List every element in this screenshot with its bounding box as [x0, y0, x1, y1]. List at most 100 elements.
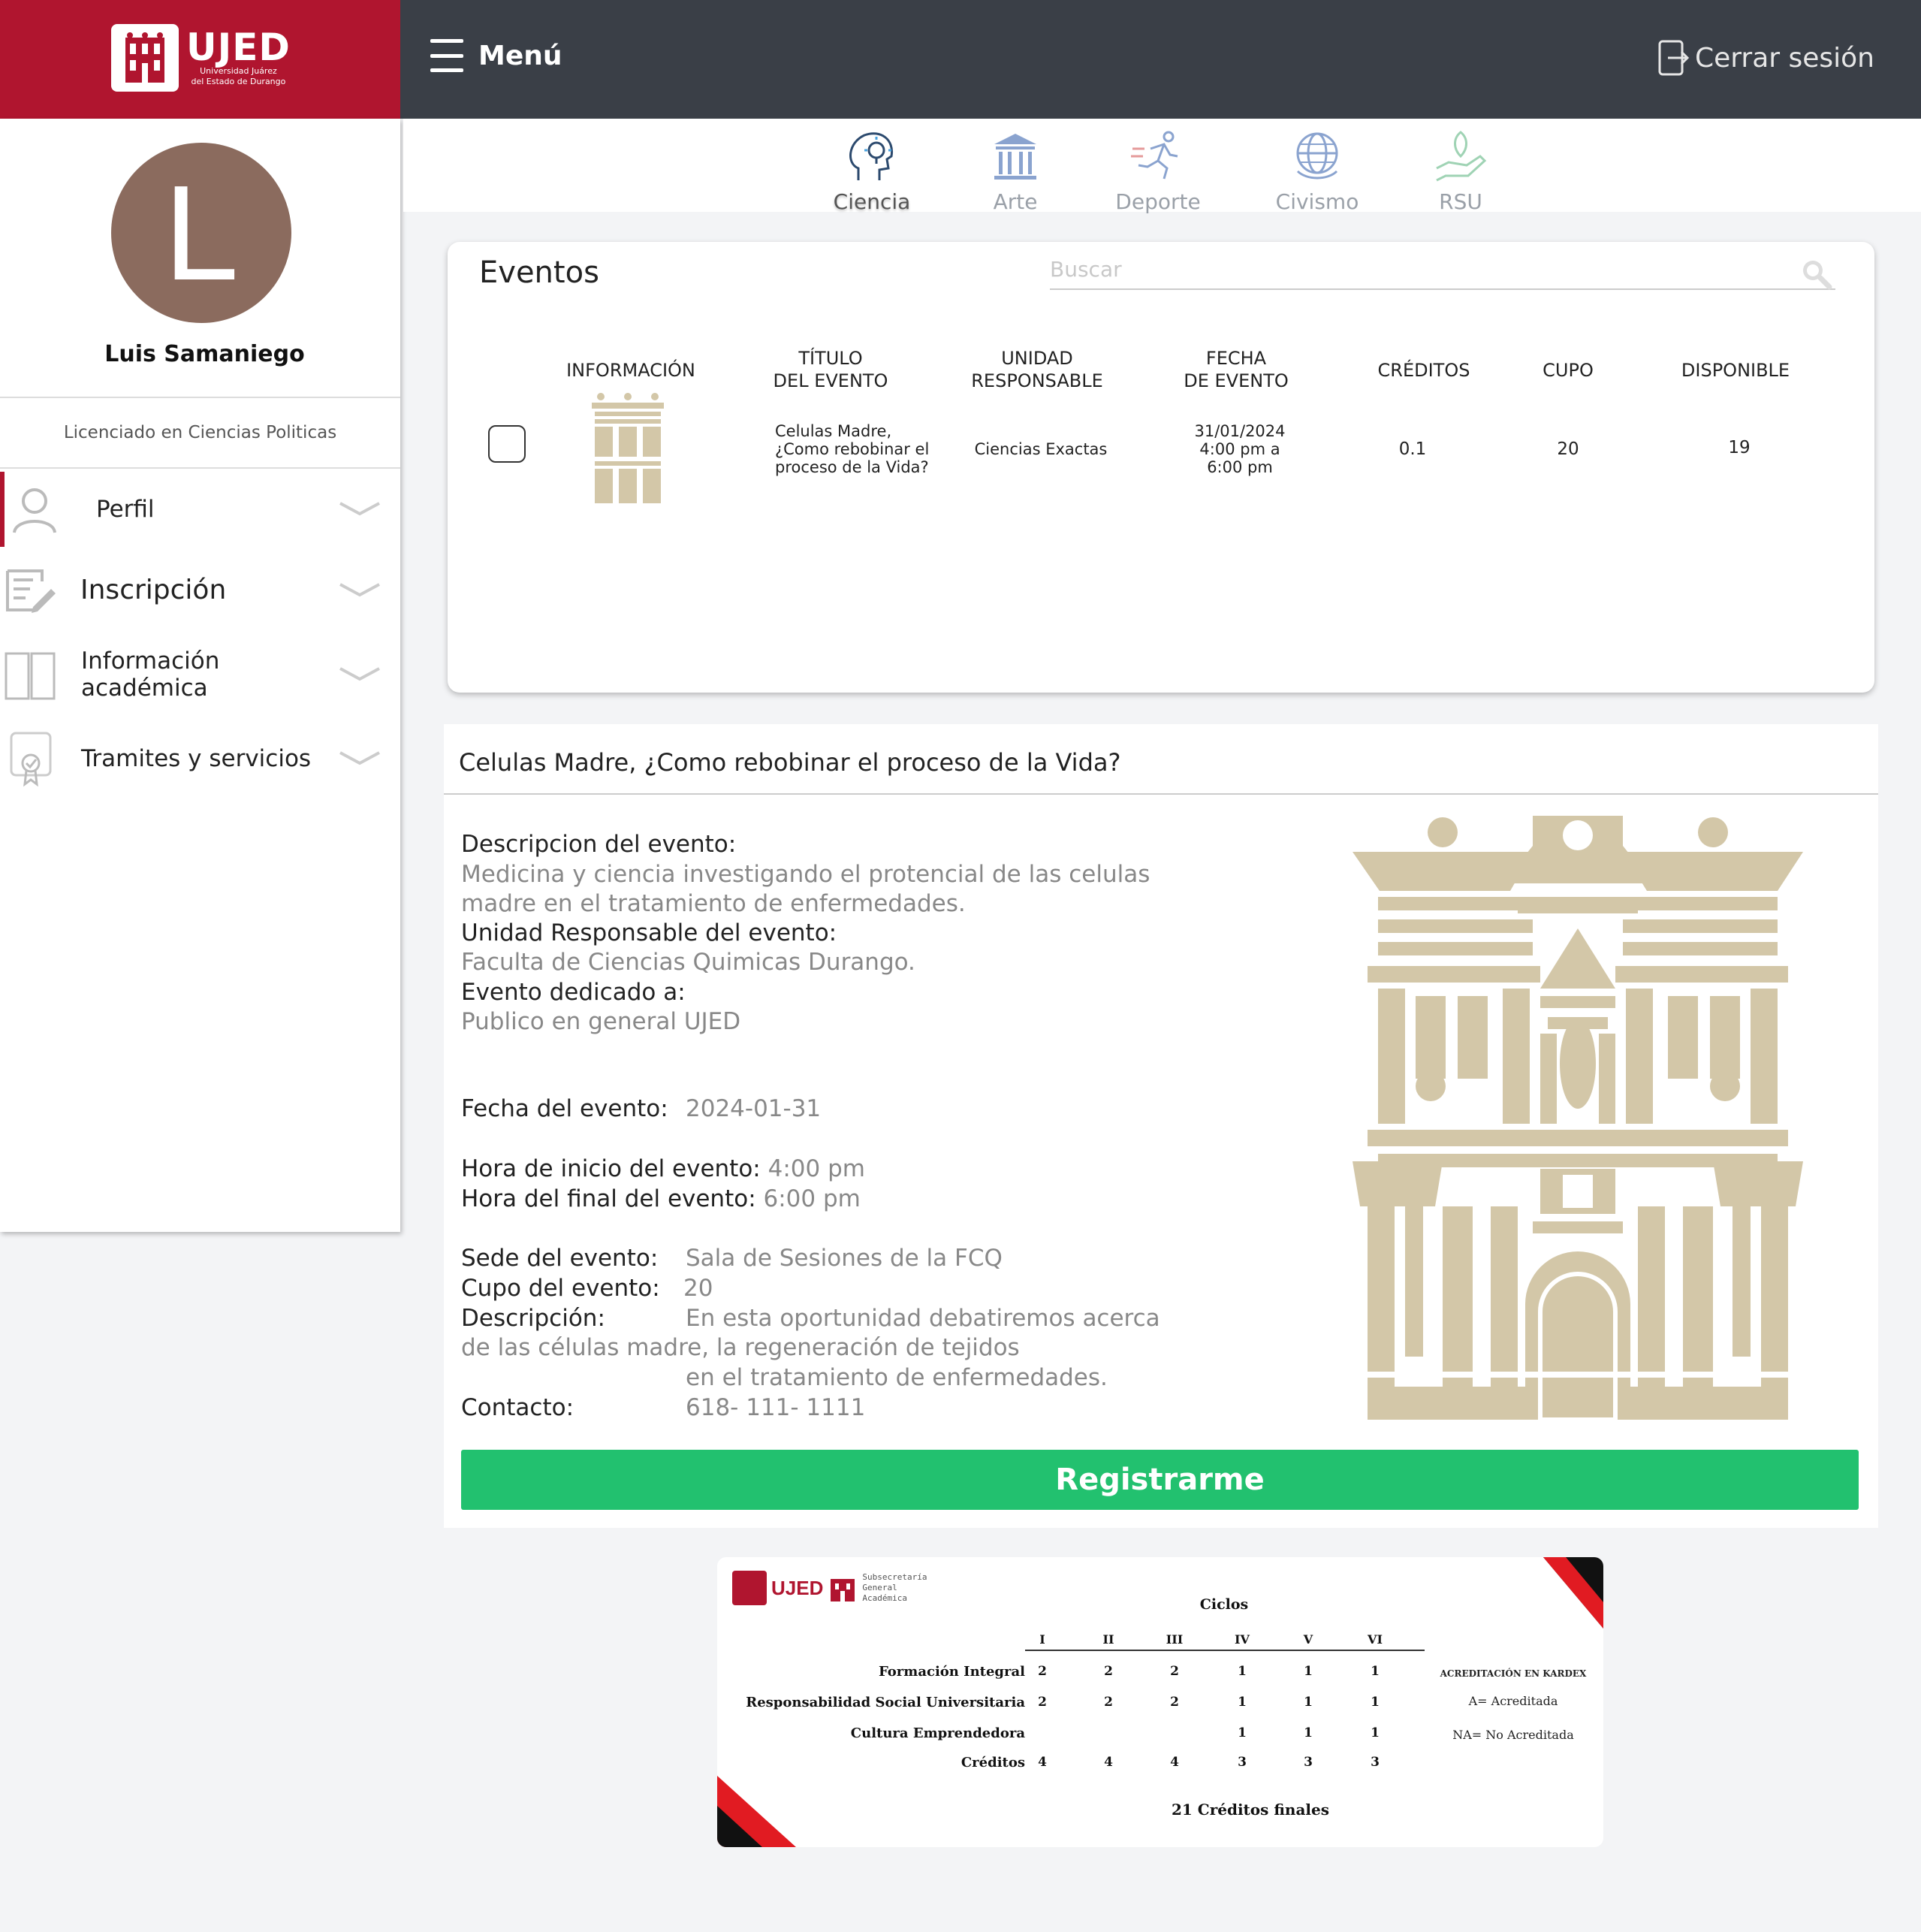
divider [0, 467, 400, 469]
credit-cell: 2 [1038, 1664, 1047, 1679]
legend-accredited: A= Acreditada [1468, 1694, 1558, 1708]
menu-button[interactable]: Menú [430, 39, 562, 72]
book-icon [0, 648, 60, 702]
col-header-unit: UNIDAD RESPONSABLE [958, 347, 1116, 392]
events-card: Eventos INFORMACIÓN TÍTULO DEL EVENTO UN… [448, 242, 1874, 693]
desc-value-2: madre en el tratamiento de enfermedades. [461, 890, 966, 917]
sidebar-item-label: Perfil [96, 496, 155, 523]
logout-icon [1658, 40, 1690, 76]
ujed-logo[interactable]: UJED Universidad Juárez del Estado de Du… [111, 24, 291, 92]
tab-label: Deporte [1115, 189, 1201, 214]
tab-label: Civismo [1275, 189, 1359, 214]
brand-header: UJED Universidad Juárez del Estado de Du… [0, 0, 400, 119]
event-date-line-2: 4:00 pm a [1199, 440, 1280, 458]
start-time-value: 4:00 pm [767, 1155, 865, 1182]
cycle-header: II [1102, 1632, 1114, 1647]
start-time-row: Hora de inicio del evento: 4:00 pm [461, 1154, 865, 1184]
col-header-unit-2: RESPONSABLE [971, 370, 1103, 391]
tab-label: Ciencia [833, 189, 911, 214]
cycles-title: Ciclos [1199, 1596, 1249, 1613]
top-bar: Menú Cerrar sesión [400, 0, 1921, 119]
col-header-available: DISPONIBLE [1681, 360, 1790, 381]
event-title-line-1: Celulas Madre, [775, 422, 892, 440]
register-button[interactable]: Registrarme [461, 1450, 1859, 1510]
event-select-checkbox[interactable] [488, 425, 526, 463]
col-header-title-2: DEL EVENTO [773, 370, 888, 391]
tab-arte[interactable]: Arte [959, 126, 1072, 214]
sidebar-item-inscripcion[interactable]: Inscripción [0, 553, 400, 628]
contact-value: 618- 111- 1111 [686, 1394, 866, 1421]
chevron-down-icon [339, 502, 380, 516]
credit-row-label: Créditos [960, 1755, 1025, 1770]
certificate-icon [0, 730, 60, 787]
credits-sub-3: Académica [862, 1593, 907, 1603]
cycle-header: VI [1368, 1632, 1383, 1647]
credits-card: UJED Subsecretaría General Académica Cic… [717, 1557, 1603, 1847]
sidebar-item-perfil[interactable]: Perfil [0, 472, 400, 547]
audience-label: Evento dedicado a: [461, 979, 686, 1006]
tab-deporte[interactable]: Deporte [1102, 126, 1214, 214]
col-header-quota: CUPO [1543, 360, 1594, 381]
start-time-label: Hora de inicio del evento: [461, 1155, 761, 1182]
menu-label: Menú [478, 40, 562, 71]
corner-stripe-top [1543, 1557, 1603, 1629]
tab-rsu[interactable]: RSU [1404, 126, 1517, 214]
credit-cell: 1 [1238, 1664, 1247, 1679]
event-credits-cell: 0.1 [1398, 439, 1427, 459]
col-header-info: INFORMACIÓN [566, 360, 695, 381]
credit-cell: 1 [1371, 1725, 1380, 1740]
events-title: Eventos [479, 255, 599, 290]
university-building-icon[interactable] [590, 392, 665, 505]
logout-button[interactable]: Cerrar sesión [1657, 39, 1874, 77]
museum-icon [994, 134, 1036, 180]
brand-name: UJED [186, 26, 291, 69]
divider [0, 397, 400, 398]
event-unit-cell: Ciencias Exactas [974, 440, 1108, 458]
legend-not-accredited: NA= No Acreditada [1452, 1728, 1574, 1742]
event-title-cell[interactable]: Celulas Madre, ¿Como rebobinar el proces… [775, 422, 929, 476]
quota-value: 20 [683, 1275, 713, 1302]
avatar[interactable]: L [111, 143, 291, 323]
credit-row-label: Responsabilidad Social Universitaria [746, 1695, 1025, 1710]
chevron-down-icon [339, 667, 380, 681]
ujed-building-icon [111, 24, 179, 92]
description-value-2: de las células madre, la regeneración de… [461, 1334, 1020, 1361]
credit-cell: 3 [1238, 1755, 1247, 1770]
date-label: Fecha del evento: [461, 1095, 668, 1122]
logout-label: Cerrar sesión [1694, 42, 1874, 74]
chevron-down-icon [339, 751, 380, 765]
event-available-cell: 19 [1728, 438, 1751, 457]
credit-cell: 2 [1104, 1664, 1113, 1679]
search-icon[interactable] [1799, 257, 1832, 290]
user-degree: Licenciado en Ciencias Politicas [63, 423, 337, 442]
tab-ciencia[interactable]: Ciencia [816, 126, 928, 214]
desc-value-1: Medicina y ciencia investigando el prote… [461, 861, 1150, 888]
credit-cell: 4 [1170, 1755, 1179, 1770]
legend-title: ACREDITACIÓN EN KARDEX [1440, 1668, 1587, 1679]
sidebar-item-label-1: Información [81, 648, 220, 675]
end-time-value: 6:00 pm [763, 1185, 861, 1212]
credit-cell: 1 [1238, 1725, 1247, 1740]
event-date-cell: 31/01/2024 4:00 pm a 6:00 pm [1161, 422, 1319, 476]
credit-cell: 1 [1304, 1664, 1313, 1679]
cycle-header: IV [1235, 1632, 1250, 1647]
sidebar-item-label: Inscripción [80, 575, 227, 605]
tab-civismo[interactable]: Civismo [1261, 126, 1374, 214]
credits-brand: UJED [771, 1577, 824, 1599]
sidebar-item-informacion-academica[interactable]: Información académica [0, 635, 400, 714]
event-detail-panel: Celulas Madre, ¿Como rebobinar el proces… [444, 724, 1878, 1528]
search-input[interactable] [1050, 252, 1771, 285]
user-name: Luis Samaniego [104, 341, 305, 367]
venue-value: Sala de Sesiones de la FCQ [686, 1245, 1003, 1272]
sidebar-item-tramites[interactable]: Tramites y servicios [0, 720, 400, 798]
event-quota-cell: 20 [1557, 439, 1579, 459]
credit-cell: 1 [1304, 1725, 1313, 1740]
quota-label: Cupo del evento: [461, 1275, 660, 1302]
col-header-title: TÍTULO DEL EVENTO [755, 347, 906, 392]
credit-cell: 1 [1238, 1695, 1247, 1710]
description-value-1: En esta oportunidad debatiremos acerca [686, 1305, 1160, 1332]
col-header-date: FECHA DE EVENTO [1161, 347, 1311, 392]
sidebar-item-label: Tramites y servicios [81, 745, 312, 772]
runner-icon [1131, 131, 1178, 180]
credits-sub-1: Subsecretaría [862, 1572, 927, 1582]
